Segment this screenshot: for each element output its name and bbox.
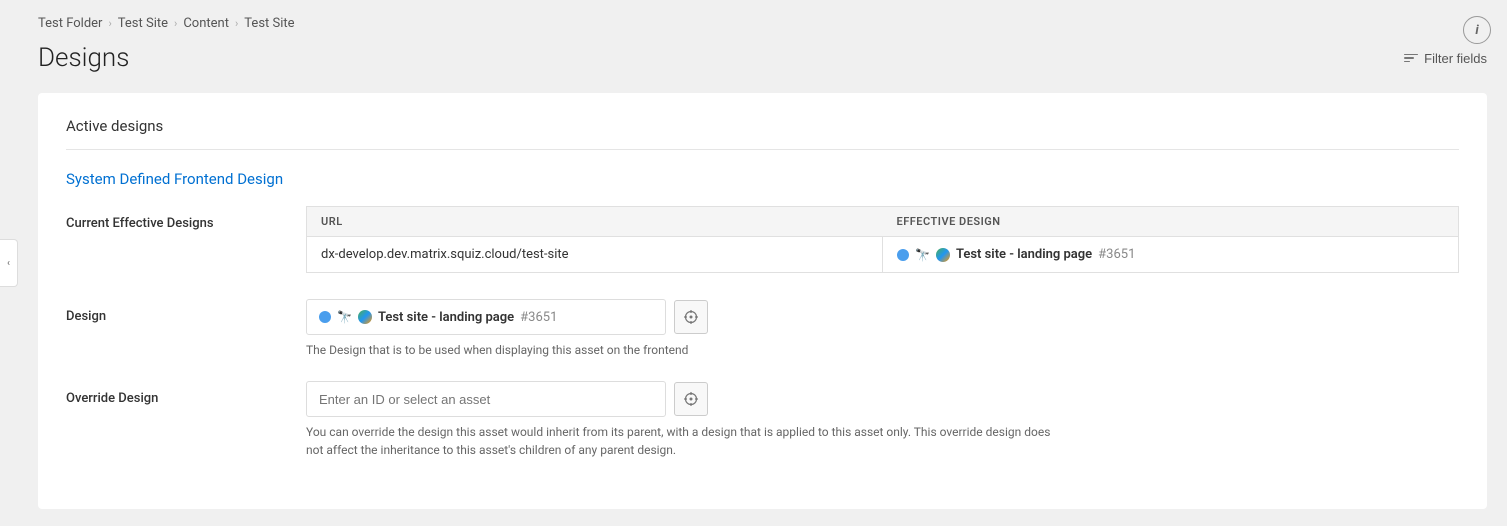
design-globe-icon (358, 310, 372, 324)
filter-icon (1404, 54, 1418, 63)
designs-card: Active designs System Defined Frontend D… (38, 93, 1487, 509)
breadcrumb-sep-3: › (235, 17, 238, 30)
design-asset-id: #3651 (520, 310, 557, 325)
chevron-left-icon: ‹ (7, 258, 10, 269)
override-design-hint: You can override the design this asset w… (306, 423, 1066, 459)
breadcrumb-sep-1: › (108, 17, 111, 30)
design-hint: The Design that is to be used when displ… (306, 341, 1066, 359)
breadcrumb-item-3[interactable]: Content (183, 16, 229, 31)
table-col-url: URL (307, 207, 883, 237)
info-button[interactable]: i (1463, 16, 1491, 44)
subsection-title[interactable]: System Defined Frontend Design (66, 170, 1459, 188)
override-crosshair-icon (683, 391, 699, 407)
breadcrumb: Test Folder › Test Site › Content › Test… (38, 0, 1507, 43)
effective-designs-table: URL EFFECTIVE DESIGN dx-develop.dev.matr… (306, 206, 1459, 273)
breadcrumb-item-4[interactable]: Test Site (244, 16, 294, 31)
override-design-content: You can override the design this asset w… (306, 381, 1459, 459)
breadcrumb-sep-2: › (174, 17, 177, 30)
binoculars-icon: 🔭 (915, 248, 930, 262)
design-select-asset-button[interactable] (674, 300, 708, 334)
current-effective-designs-label: Current Effective Designs (66, 206, 286, 231)
breadcrumb-item-2[interactable]: Test Site (118, 16, 168, 31)
design-asset-name: Test site - landing page (378, 310, 514, 325)
section-title: Active designs (66, 117, 1459, 150)
override-design-row: Override Design (66, 381, 1459, 459)
table-col-effective-design: EFFECTIVE DESIGN (883, 207, 1459, 237)
override-design-input[interactable] (306, 381, 666, 417)
current-effective-designs-row: Current Effective Designs URL EFFECTIVE … (66, 206, 1459, 277)
design-label: Design (66, 299, 286, 324)
design-input[interactable]: 🔭 Test site - landing page #3651 (306, 299, 666, 335)
page-title: Designs (38, 43, 129, 73)
globe-icon (936, 248, 950, 262)
status-icon (897, 249, 909, 261)
info-icon: i (1475, 23, 1478, 38)
design-binoculars-icon: 🔭 (337, 310, 352, 324)
table-cell-url: dx-develop.dev.matrix.squiz.cloud/test-s… (307, 237, 883, 273)
design-status-icon (319, 311, 331, 323)
design-row: Design 🔭 Test site - landing page #3651 (66, 299, 1459, 359)
filter-fields-button[interactable]: Filter fields (1404, 51, 1487, 66)
design-content: 🔭 Test site - landing page #3651 (306, 299, 1459, 359)
filter-fields-label: Filter fields (1424, 51, 1487, 66)
effective-design-id: #3651 (1098, 247, 1135, 262)
override-design-label: Override Design (66, 381, 286, 406)
breadcrumb-item-1[interactable]: Test Folder (38, 16, 102, 31)
effective-design-name: Test site - landing page (956, 247, 1092, 262)
current-effective-designs-content: URL EFFECTIVE DESIGN dx-develop.dev.matr… (306, 206, 1459, 277)
crosshair-icon (683, 309, 699, 325)
table-cell-design: 🔭 Test site - landing page #3651 (883, 237, 1459, 273)
sidebar-toggle-button[interactable]: ‹ (0, 239, 18, 287)
table-row: dx-develop.dev.matrix.squiz.cloud/test-s… (307, 237, 1459, 273)
override-design-select-asset-button[interactable] (674, 382, 708, 416)
